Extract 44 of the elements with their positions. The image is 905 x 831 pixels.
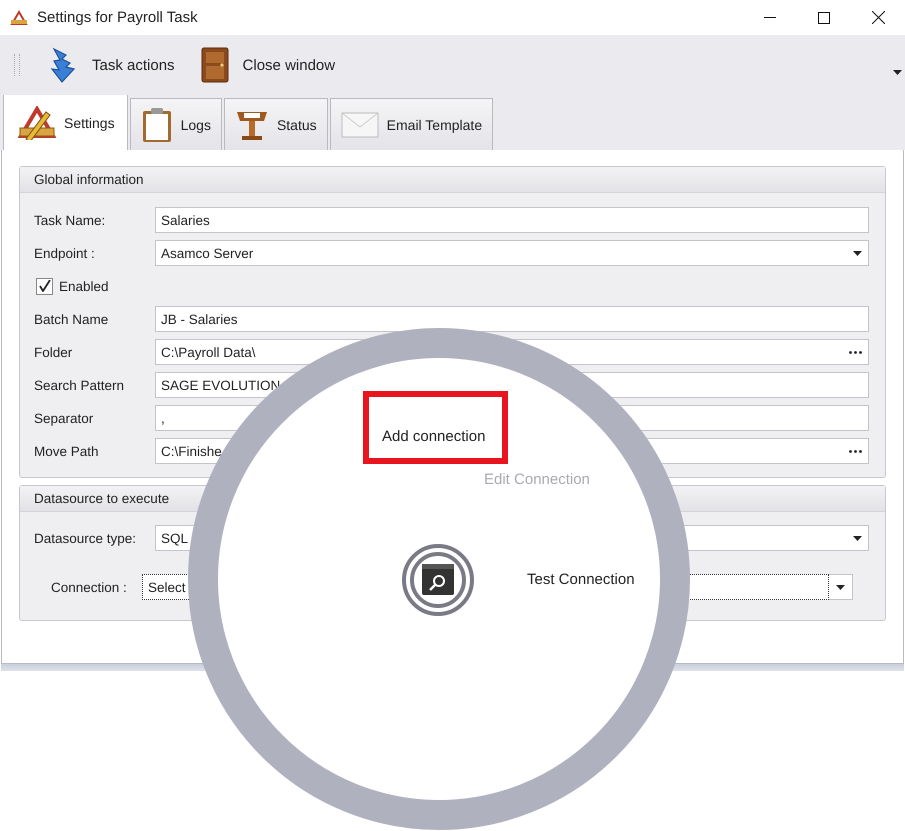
tab[interactable]: Status bbox=[224, 98, 328, 150]
field-label: Move Path bbox=[34, 444, 100, 458]
menu-item[interactable]: Add connection bbox=[363, 391, 508, 464]
caret-icon bbox=[893, 70, 902, 75]
menu-item[interactable]: Test Connection bbox=[527, 571, 635, 588]
field-label: Datasource type: bbox=[34, 530, 138, 546]
close-icon bbox=[872, 11, 884, 24]
caret-icon bbox=[836, 584, 845, 590]
caret-icon bbox=[853, 536, 862, 540]
caret-icon bbox=[853, 250, 862, 256]
field-label: Endpoint : bbox=[34, 246, 96, 260]
dropdown[interactable]: Asamco Server bbox=[155, 240, 869, 266]
group-title: Global information bbox=[34, 172, 144, 187]
field-label: Search Pattern bbox=[34, 378, 126, 392]
center-button-drawing[interactable] bbox=[402, 544, 474, 616]
field-label: Batch Name bbox=[34, 312, 110, 326]
clipboard-icon bbox=[140, 106, 173, 142]
toolbar-button[interactable]: Close window bbox=[192, 43, 348, 87]
field-label: Folder bbox=[34, 344, 74, 360]
envelope-icon bbox=[340, 112, 379, 138]
field-label: Connection : bbox=[50, 580, 128, 594]
field-label: Task Name: bbox=[34, 212, 106, 228]
enabled-checkbox[interactable]: Enabled bbox=[34, 276, 115, 296]
tab[interactable]: Logs bbox=[130, 98, 222, 150]
maximize-icon bbox=[818, 12, 830, 24]
tab[interactable]: Settings bbox=[3, 94, 128, 150]
toolbar-grip[interactable] bbox=[14, 54, 20, 76]
field-label: Separator bbox=[34, 410, 94, 426]
input-field[interactable]: Salaries bbox=[155, 207, 869, 233]
ellipsis-icon bbox=[849, 450, 862, 452]
checkmark-icon bbox=[38, 280, 50, 292]
minimize-icon bbox=[764, 17, 776, 18]
down-arrow-icon bbox=[48, 47, 78, 83]
group-title: Datasource to execute bbox=[34, 491, 170, 506]
dropdown-button[interactable] bbox=[829, 574, 853, 600]
window-title: Settings for Payroll Task bbox=[37, 9, 199, 26]
door-icon bbox=[200, 47, 229, 83]
ellipsis-icon bbox=[849, 350, 862, 354]
app-icon bbox=[10, 10, 28, 26]
tab[interactable]: Email Template bbox=[330, 98, 494, 150]
checkbox[interactable] bbox=[36, 278, 53, 294]
toolbar-button[interactable]: Task actions bbox=[40, 43, 187, 87]
pencil-ruler-icon bbox=[18, 106, 56, 140]
input-field[interactable]: JB - Salaries bbox=[155, 306, 869, 332]
